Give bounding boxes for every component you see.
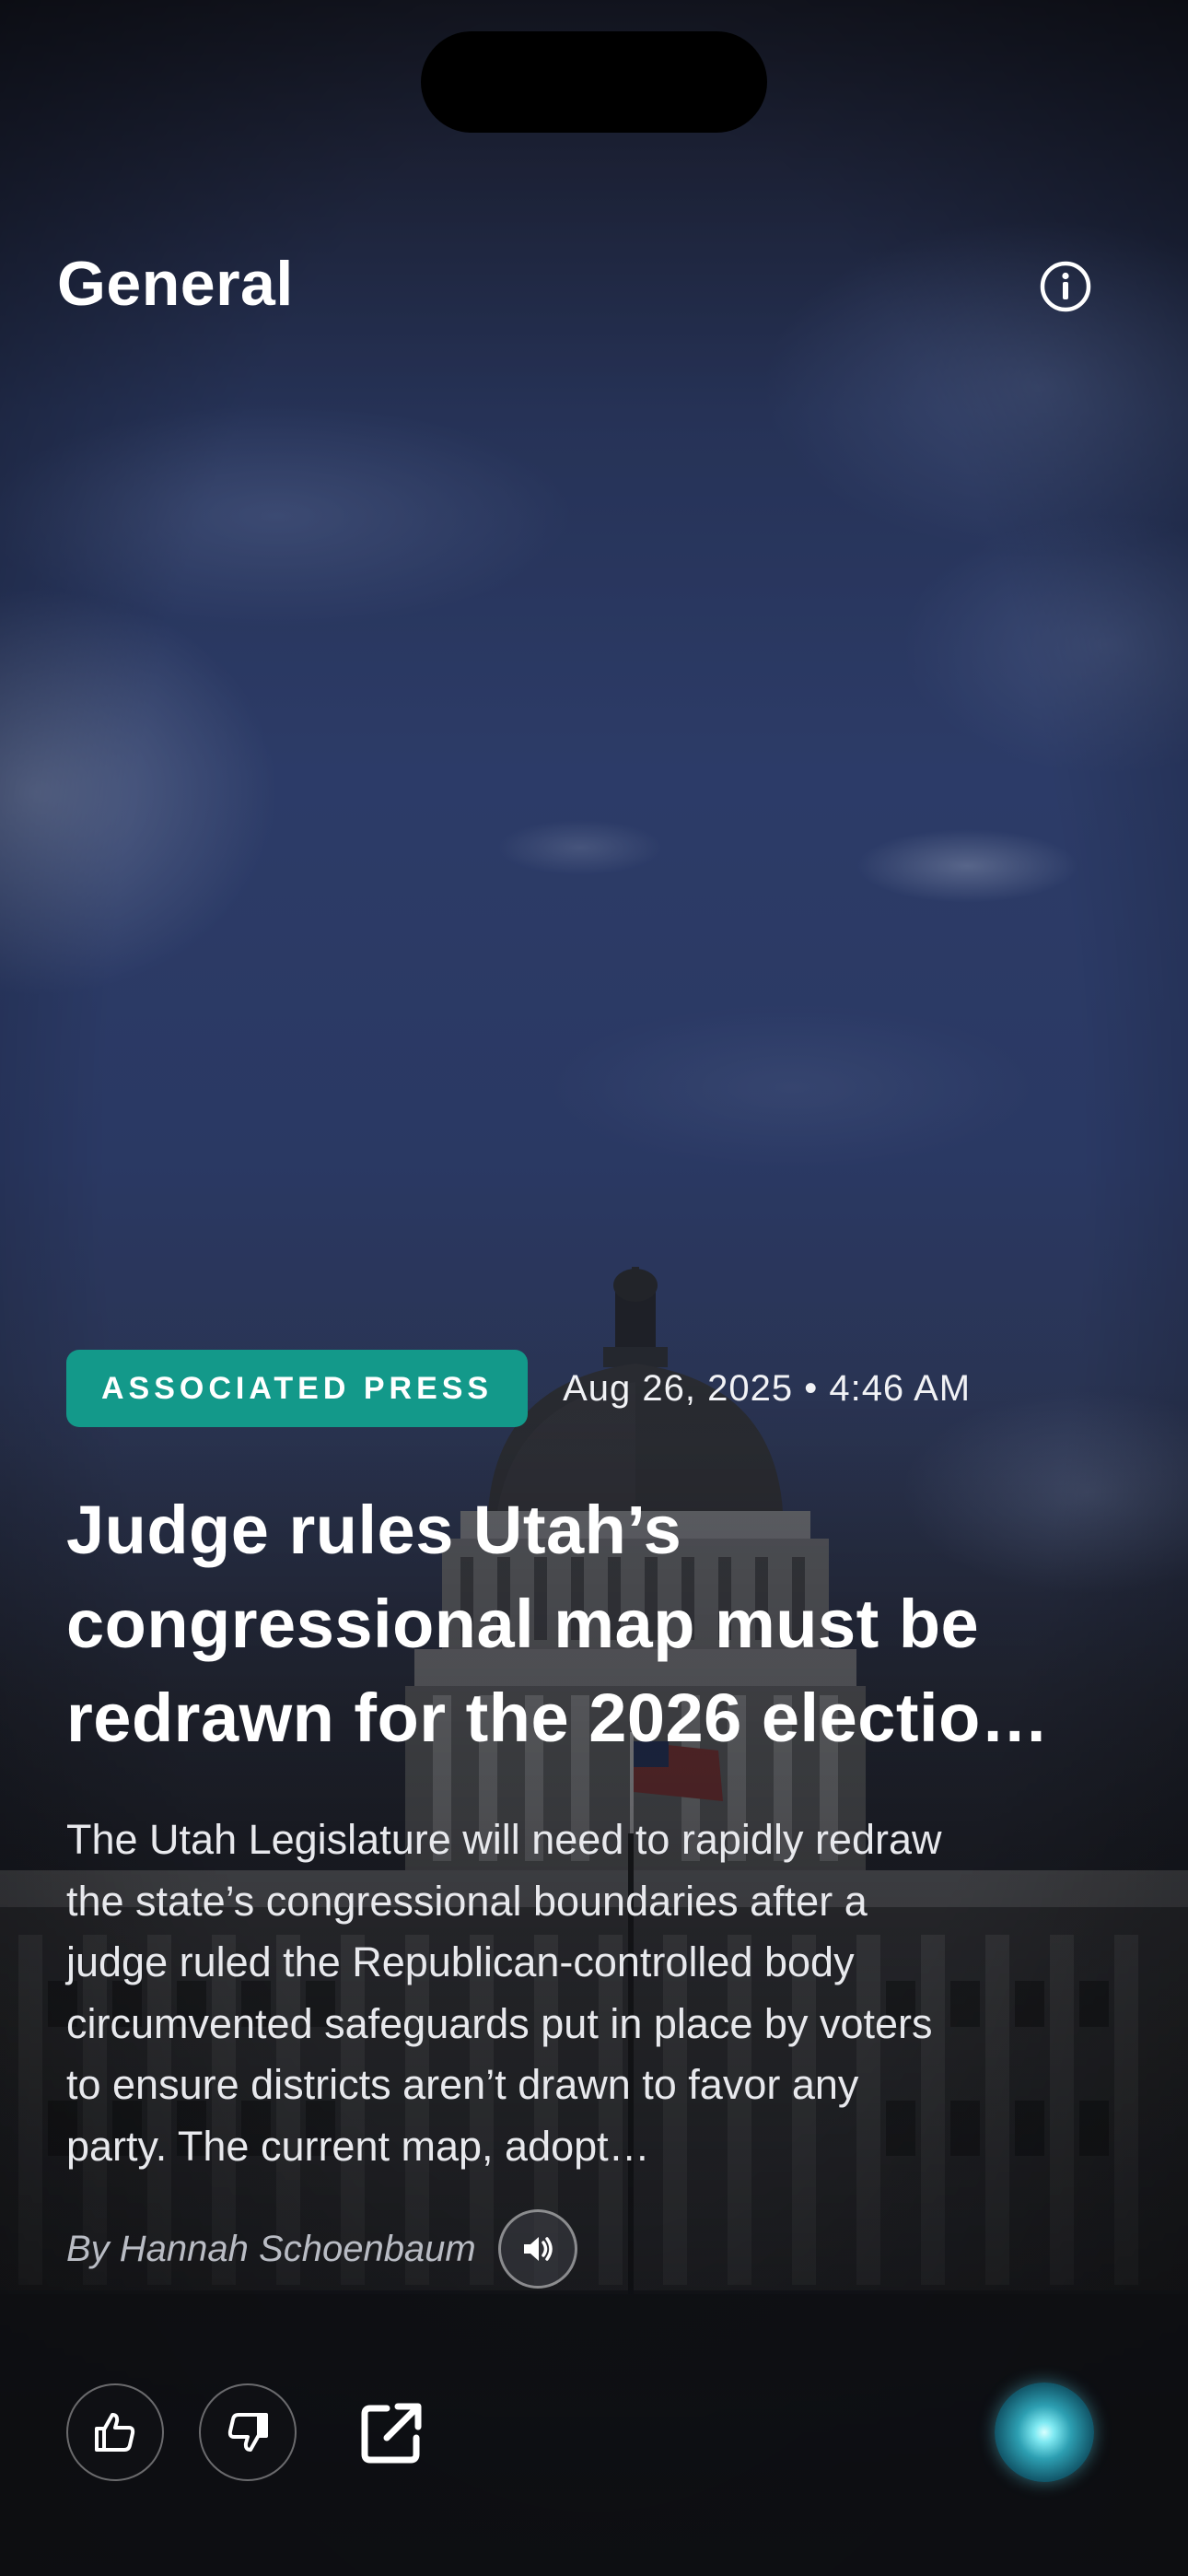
summary-line: to ensure districts aren’t drawn to favo… [66,2061,859,2108]
summary-line: the state’s congressional boundaries aft… [66,1877,868,1925]
assistant-orb-icon[interactable] [995,2383,1094,2482]
summary-line: judge ruled the Republican-controlled bo… [66,1938,855,1985]
info-circle-icon[interactable] [1039,260,1092,313]
summary-line: The Utah Legislature will need to rapidl… [66,1816,942,1863]
open-external-icon [361,2403,422,2464]
open-external-button[interactable] [359,2401,424,2465]
article-timestamp: Aug 26, 2025 • 4:46 AM [563,1367,972,1409]
like-button[interactable] [66,2383,164,2481]
article-byline: By Hannah Schoenbaum [66,2228,476,2269]
article-headline[interactable]: Judge rules Utah’s congressional map mus… [66,1483,1135,1765]
dislike-button[interactable] [199,2383,297,2481]
headline-line: redrawn for the 2026 electio… [66,1680,1050,1756]
headline-line: Judge rules Utah’s [66,1492,682,1568]
byline-row: By Hannah Schoenbaum [66,2207,577,2290]
thumbs-down-icon [227,2413,268,2452]
article-meta: ASSOCIATED PRESS Aug 26, 2025 • 4:46 AM [66,1350,971,1427]
summary-line: party. The current map, adopt… [66,2122,650,2170]
article-background-image [0,0,1188,2576]
thumbs-up-icon [95,2413,135,2452]
source-badge[interactable]: ASSOCIATED PRESS [66,1350,529,1427]
page-title: General [57,249,294,319]
listen-button[interactable] [497,2209,577,2289]
headline-line: congressional map must be [66,1586,980,1662]
speaker-icon [523,2237,553,2261]
article-summary[interactable]: The Utah Legislature will need to rapidl… [66,1809,1135,2177]
summary-line: circumvented safeguards put in place by … [66,1999,933,2047]
dynamic-island [421,31,767,133]
